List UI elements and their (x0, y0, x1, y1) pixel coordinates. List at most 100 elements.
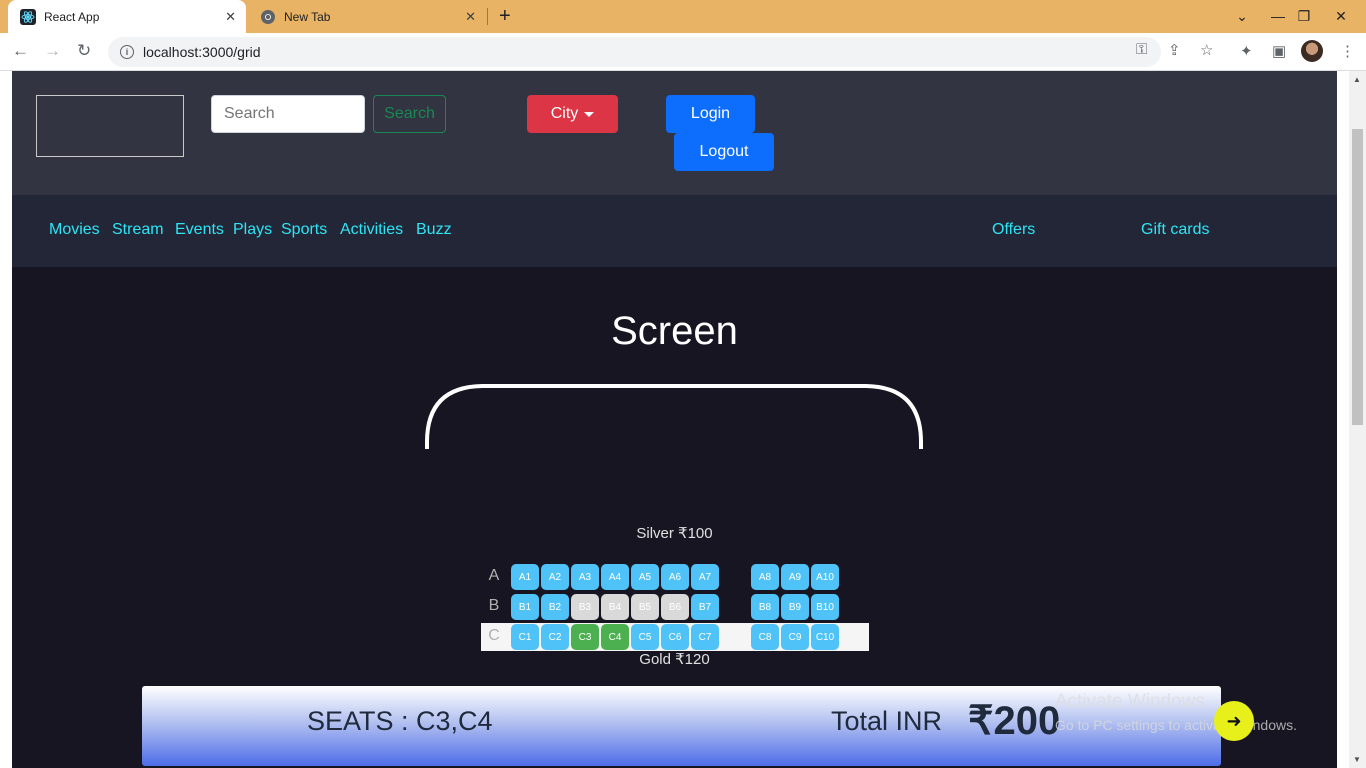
seat-c9[interactable]: C9 (781, 624, 809, 650)
city-label: City (550, 105, 579, 122)
nav-buzz[interactable]: Buzz (416, 221, 452, 239)
city-dropdown-button[interactable]: City (527, 95, 618, 133)
category-label: Gold ₹120 (639, 651, 710, 668)
seat-row: A A1 A2 A3 A4 A5 A6 A7 A8 A9 A10 (481, 563, 869, 591)
back-icon[interactable]: ← (12, 41, 29, 61)
nav-stream[interactable]: Stream (112, 221, 164, 239)
chrome-icon (260, 9, 276, 25)
seat-a10[interactable]: A10 (811, 564, 839, 590)
arrow-right-icon: ➜ (1226, 710, 1242, 731)
row-letter: A (488, 567, 500, 584)
seat-b7[interactable]: B7 (691, 594, 719, 620)
forward-icon[interactable]: → (44, 41, 61, 61)
seat-b3: B3 (571, 594, 599, 620)
nav-offers[interactable]: Offers (992, 221, 1035, 239)
seat-c5[interactable]: C5 (631, 624, 659, 650)
close-tab-icon[interactable]: ✕ (465, 9, 476, 25)
window-close-icon[interactable]: ✕ (1326, 2, 1356, 30)
seat-c1[interactable]: C1 (511, 624, 539, 650)
activate-subtitle: Go to PC settings to activate Windows. (1055, 717, 1297, 733)
seat-row: C C1 C2 C3 C4 C5 C6 C7 C8 C9 C10 (481, 623, 869, 651)
seat-a7[interactable]: A7 (691, 564, 719, 590)
react-icon (20, 8, 36, 25)
search-input[interactable] (211, 95, 365, 133)
total-label: Total INR (831, 706, 943, 736)
seat-a8[interactable]: A8 (751, 564, 779, 590)
nav-events[interactable]: Events (175, 221, 224, 239)
seat-c2[interactable]: C2 (541, 624, 569, 650)
seat-c4[interactable]: C4 (601, 624, 629, 650)
extensions-icon[interactable]: ✦ (1240, 42, 1253, 60)
restore-icon[interactable]: ❐ (1294, 2, 1314, 30)
search-button[interactable]: Search (373, 95, 446, 133)
share-icon[interactable]: ⇪ (1168, 41, 1181, 59)
seat-a3[interactable]: A3 (571, 564, 599, 590)
site-info-icon[interactable]: i (120, 45, 134, 59)
seat-c8[interactable]: C8 (751, 624, 779, 650)
scroll-down-icon[interactable]: ▼ (1353, 755, 1361, 764)
seat-c3[interactable]: C3 (571, 624, 599, 650)
nav-movies[interactable]: Movies (49, 221, 100, 239)
tab-react-app[interactable]: React App ✕ (8, 0, 246, 33)
seat-a6[interactable]: A6 (661, 564, 689, 590)
seat-b9[interactable]: B9 (781, 594, 809, 620)
nav-activities[interactable]: Activities (340, 221, 403, 239)
scrollbar-thumb[interactable] (1352, 129, 1363, 425)
screen-curve (425, 384, 923, 449)
new-tab-icon[interactable]: + (499, 5, 511, 28)
bookmark-star-icon[interactable]: ☆ (1200, 41, 1213, 59)
seat-b4: B4 (601, 594, 629, 620)
seat-c6[interactable]: C6 (661, 624, 689, 650)
nav-sports[interactable]: Sports (281, 221, 327, 239)
seat-b10[interactable]: B10 (811, 594, 839, 620)
seat-b2[interactable]: B2 (541, 594, 569, 620)
activate-title: Activate Windows (1055, 691, 1205, 712)
url-text: localhost:3000/grid (143, 44, 261, 60)
activate-windows-watermark: Activate Windows Go to PC settings to ac… (1055, 691, 1297, 733)
caret-down-icon (584, 111, 595, 117)
broken-logo-image[interactable] (36, 95, 184, 157)
page-viewport: Search City Login Logout Movies Stream E… (0, 71, 1366, 768)
seat-a5[interactable]: A5 (631, 564, 659, 590)
tab-title: React App (44, 9, 100, 24)
seat-b8[interactable]: B8 (751, 594, 779, 620)
nav-gift-cards[interactable]: Gift cards (1141, 221, 1209, 239)
seat-b1[interactable]: B1 (511, 594, 539, 620)
address-bar[interactable]: i localhost:3000/grid (108, 37, 1161, 67)
total-amount: ₹200 (968, 699, 1061, 743)
key-icon[interactable]: ⚿ (1136, 41, 1147, 58)
row-letter: B (488, 597, 500, 614)
seat-a2[interactable]: A2 (541, 564, 569, 590)
row-letter: C (488, 627, 500, 644)
profile-avatar[interactable] (1301, 40, 1323, 62)
browser-tab-strip: React App ✕ New Tab ✕ + ⌄ — ❐ ✕ (0, 0, 1366, 33)
tab-new-tab[interactable]: New Tab ✕ (250, 0, 486, 33)
close-tab-icon[interactable]: ✕ (225, 9, 236, 25)
seat-a9[interactable]: A9 (781, 564, 809, 590)
page-scrollbar[interactable]: ▲ ▼ (1349, 71, 1366, 768)
tab-title: New Tab (284, 9, 331, 24)
seat-a1[interactable]: A1 (511, 564, 539, 590)
browser-toolbar: ← → ↻ i localhost:3000/grid ⚿ ⇪ ☆ ✦ ▣ ⋮ (0, 33, 1366, 71)
tab-search-icon[interactable]: ⌄ (1232, 2, 1252, 30)
seat-row: B B1 B2 B3 B4 B5 B6 B7 B8 B9 B10 (481, 593, 869, 621)
menu-kebab-icon[interactable]: ⋮ (1340, 42, 1355, 60)
scroll-up-icon[interactable]: ▲ (1353, 75, 1361, 84)
seat-b6: B6 (661, 594, 689, 620)
screen-title: Screen (611, 309, 738, 353)
seat-c10[interactable]: C10 (811, 624, 839, 650)
nav-plays[interactable]: Plays (233, 221, 272, 239)
selected-seats-text: SEATS : C3,C4 (307, 706, 493, 736)
minimize-icon[interactable]: — (1268, 2, 1288, 30)
category-label: Silver ₹100 (636, 525, 713, 542)
seat-c7[interactable]: C7 (691, 624, 719, 650)
reload-icon[interactable]: ↻ (77, 41, 91, 61)
side-panel-icon[interactable]: ▣ (1272, 42, 1286, 60)
logout-button[interactable]: Logout (674, 133, 774, 171)
proceed-arrow-button[interactable]: ➜ (1214, 701, 1254, 741)
site-header: Search City Login Logout (12, 71, 1337, 195)
seat-b5: B5 (631, 594, 659, 620)
login-button[interactable]: Login (666, 95, 755, 133)
seat-a4[interactable]: A4 (601, 564, 629, 590)
category-nav: Movies Stream Events Plays Sports Activi… (12, 195, 1337, 267)
